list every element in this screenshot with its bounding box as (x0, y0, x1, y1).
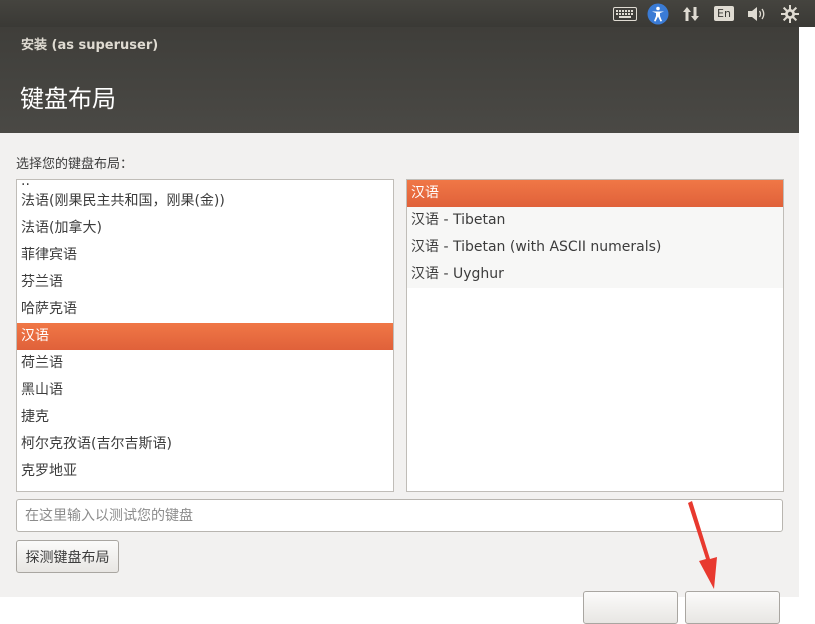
layout-list-item[interactable]: 捷克 (17, 404, 393, 431)
layout-list-item-selected[interactable]: 汉语 (17, 323, 393, 350)
detect-layout-button[interactable]: 探测键盘布局 (16, 540, 119, 573)
variant-list-item[interactable]: 汉语 - Uyghur (407, 261, 783, 288)
variant-list-item[interactable]: 汉语 - Tibetan (407, 207, 783, 234)
layout-list-item[interactable]: 克罗地亚 (17, 458, 393, 485)
annotation-arrow-icon (688, 501, 717, 589)
layout-list-item[interactable]: 法语(加拿大) (17, 215, 393, 242)
layout-prompt: 选择您的键盘布局： (16, 157, 134, 172)
window-header: 安装 (as superuser) 键盘布局 (0, 27, 799, 133)
variant-list-item-selected[interactable]: 汉语 (407, 180, 783, 207)
language-indicator[interactable]: En (711, 3, 737, 25)
keyboard-variant-list[interactable]: 汉语 汉语 - Tibetan 汉语 - Tibetan (with ASCII n… (406, 179, 784, 492)
back-button[interactable] (583, 591, 678, 624)
window-title: 安装 (as superuser) (21, 38, 159, 53)
accessibility-icon[interactable] (645, 3, 671, 25)
installer-window: 安装 (as superuser) 键盘布局 选择您的键盘布局： .. 法语(刚… (0, 27, 799, 624)
top-panel: En (0, 0, 815, 27)
network-icon[interactable] (678, 3, 704, 25)
list-item-partial[interactable]: .. (17, 180, 393, 188)
layout-list-item[interactable]: 荷兰语 (17, 350, 393, 377)
layout-list-item[interactable]: 哈萨克语 (17, 296, 393, 323)
layout-list-item[interactable]: 柯尔克孜语(吉尔吉斯语) (17, 431, 393, 458)
volume-icon[interactable] (744, 3, 770, 25)
detect-layout-label: 探测键盘布局 (25, 549, 110, 566)
layout-list-item[interactable]: 菲律宾语 (17, 242, 393, 269)
page-title: 键盘布局 (20, 85, 116, 113)
layout-list-item[interactable]: 芬兰语 (17, 269, 393, 296)
keyboard-test-input[interactable] (16, 499, 783, 532)
layout-list-item[interactable]: 黑山语 (17, 377, 393, 404)
keyboard-layout-list[interactable]: .. 法语(刚果民主共和国，刚果(金)) 法语(加拿大) 菲律宾语 芬兰语 哈萨克语 汉语… (16, 179, 394, 492)
layout-list-item[interactable]: 法语(刚果民主共和国，刚果(金)) (17, 188, 393, 215)
settings-gear-icon[interactable] (777, 3, 803, 25)
language-label: En (714, 6, 734, 21)
variant-list-item[interactable]: 汉语 - Tibetan (with ASCII numerals) (407, 234, 783, 261)
keyboard-icon[interactable] (612, 3, 638, 25)
